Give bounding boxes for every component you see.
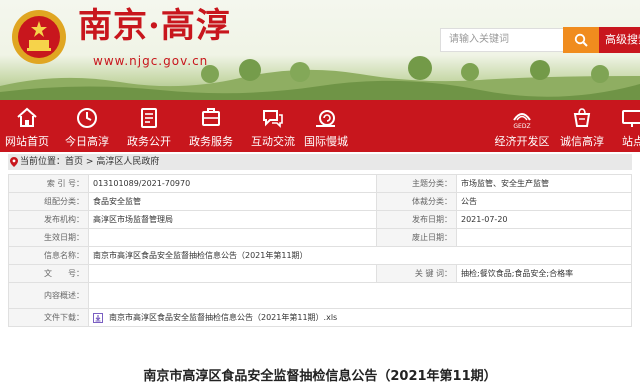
gedz-logo-icon: GEDZ: [513, 113, 531, 130]
docno-label: 文 号：: [8, 264, 89, 283]
index-value: 013101089/2021-70970: [88, 174, 377, 193]
summary-label: 内容概述：: [8, 282, 89, 309]
site-title: 南京·高淳: [78, 6, 231, 46]
table-row: 文件下载： 南京市高淳区食品安全监督抽检信息公告（2021年第11期）.xls: [8, 308, 632, 327]
name-value: 南京市高淳区食品安全监督抽检信息公告（2021年第11期）: [88, 246, 632, 265]
nav-label: 政务服务: [189, 135, 233, 148]
table-row: 发布机构： 高淳区市场监督管理局 发布日期： 2021-07-20: [8, 210, 632, 229]
table-row: 内容概述：: [8, 282, 632, 309]
effective-value: [88, 228, 377, 247]
service-icon: [202, 108, 220, 126]
table-row: 组配分类： 食品安全监管 体裁分类： 公告: [8, 192, 632, 211]
site-icon: [622, 110, 640, 127]
nav-item-dev-zone[interactable]: GEDZ 经济开发区: [490, 100, 554, 152]
subject-value: 市场监管、安全生产监管: [456, 174, 632, 193]
nav-label: 网站首页: [5, 135, 49, 148]
site-url: www.njgc.gov.cn: [93, 54, 209, 68]
nav-item-today[interactable]: 今日高淳: [58, 100, 116, 152]
search-button[interactable]: [563, 27, 599, 53]
date-label: 发布日期：: [376, 210, 457, 229]
genre-label: 体裁分类：: [376, 192, 457, 211]
table-row: 信息名称： 南京市高淳区食品安全监督抽检信息公告（2021年第11期）: [8, 246, 632, 265]
table-row: 索 引 号： 013101089/2021-70970 主题分类： 市场监管、安…: [8, 174, 632, 193]
nav-item-credit[interactable]: 诚信高淳: [554, 100, 610, 152]
nav-label: 经济开发区: [494, 135, 550, 148]
breadcrumb-current-link[interactable]: 高淳区人民政府: [96, 157, 159, 167]
gedz-text: GEDZ: [513, 123, 530, 130]
search-icon: [574, 33, 588, 47]
summary-value: [88, 282, 632, 309]
index-label: 索 引 号：: [8, 174, 89, 193]
download-cell: 南京市高淳区食品安全监督抽检信息公告（2021年第11期）.xls: [88, 308, 632, 327]
nav-label: 诚信高淳: [560, 135, 604, 148]
publisher-label: 发布机构：: [8, 210, 89, 229]
breadcrumb-home-link[interactable]: 首页: [65, 157, 83, 167]
repeal-value: [456, 228, 632, 247]
nav-label: 政务公开: [127, 135, 171, 148]
nav-item-gov-service[interactable]: 政务服务: [182, 100, 240, 152]
table-row: 文 号： 关 键 词： 抽检;餐饮食品;食品安全;合格率: [8, 264, 632, 283]
search-input[interactable]: 请输入关键词: [440, 28, 564, 52]
credit-icon: [573, 108, 591, 127]
nav-item-gov-open[interactable]: 政务公开: [120, 100, 178, 152]
info-table: 索 引 号： 013101089/2021-70970 主题分类： 市场监管、安…: [8, 174, 632, 327]
chat-icon: [263, 110, 283, 128]
document-icon: [141, 108, 157, 128]
nav-item-slow-city[interactable]: 国际慢城: [300, 100, 352, 152]
effective-label: 生效日期：: [8, 228, 89, 247]
repeal-label: 废止日期：: [376, 228, 457, 247]
article-title: 南京市高淳区食品安全监督抽检信息公告（2021年第11期）: [143, 369, 497, 384]
breadcrumb-separator: >: [85, 157, 94, 167]
date-value: 2021-07-20: [456, 210, 632, 229]
nav-label: 国际慢城: [304, 135, 348, 148]
national-emblem-icon: [12, 10, 66, 64]
nav-item-site[interactable]: 站点: [612, 100, 640, 152]
download-label: 文件下载：: [8, 308, 89, 327]
page: 南京·高淳 www.njgc.gov.cn 请输入关键词 高级搜索 网站首页: [0, 0, 640, 387]
table-row: 生效日期： 废止日期：: [8, 228, 632, 247]
nav-label: 互动交流: [251, 135, 295, 148]
nav-item-home[interactable]: 网站首页: [0, 100, 54, 152]
breadcrumb: 当前位置：首页 > 高淳区人民政府: [8, 154, 632, 170]
breadcrumb-prefix: 当前位置：: [20, 157, 66, 167]
snail-icon: [316, 110, 335, 127]
org-label: 组配分类：: [8, 192, 89, 211]
download-icon: [93, 312, 103, 323]
keywords-value: 抽检;餐饮食品;食品安全;合格率: [456, 264, 632, 283]
publisher-value: 高淳区市场监督管理局: [88, 210, 377, 229]
main-nav: 网站首页 今日高淳 政务公开 政务服务 互动交流 国际慢城 GEDZ 经济开发区…: [0, 100, 640, 152]
genre-value: 公告: [456, 192, 632, 211]
docno-value: [88, 264, 377, 283]
location-pin-icon: [10, 157, 18, 167]
home-icon: [17, 107, 37, 127]
nav-label: 站点: [622, 135, 640, 148]
site-header: 南京·高淳 www.njgc.gov.cn 请输入关键词 高级搜索: [0, 0, 640, 100]
subject-label: 主题分类：: [376, 174, 457, 193]
clock-icon: [77, 108, 97, 128]
download-link[interactable]: 南京市高淳区食品安全监督抽检信息公告（2021年第11期）.xls: [109, 313, 337, 322]
org-value: 食品安全监管: [88, 192, 377, 211]
keywords-label: 关 键 词：: [376, 264, 457, 283]
name-label: 信息名称：: [8, 246, 89, 265]
nav-item-interaction[interactable]: 互动交流: [244, 100, 302, 152]
nav-label: 今日高淳: [65, 135, 109, 148]
advanced-search-button[interactable]: 高级搜索: [599, 27, 640, 53]
